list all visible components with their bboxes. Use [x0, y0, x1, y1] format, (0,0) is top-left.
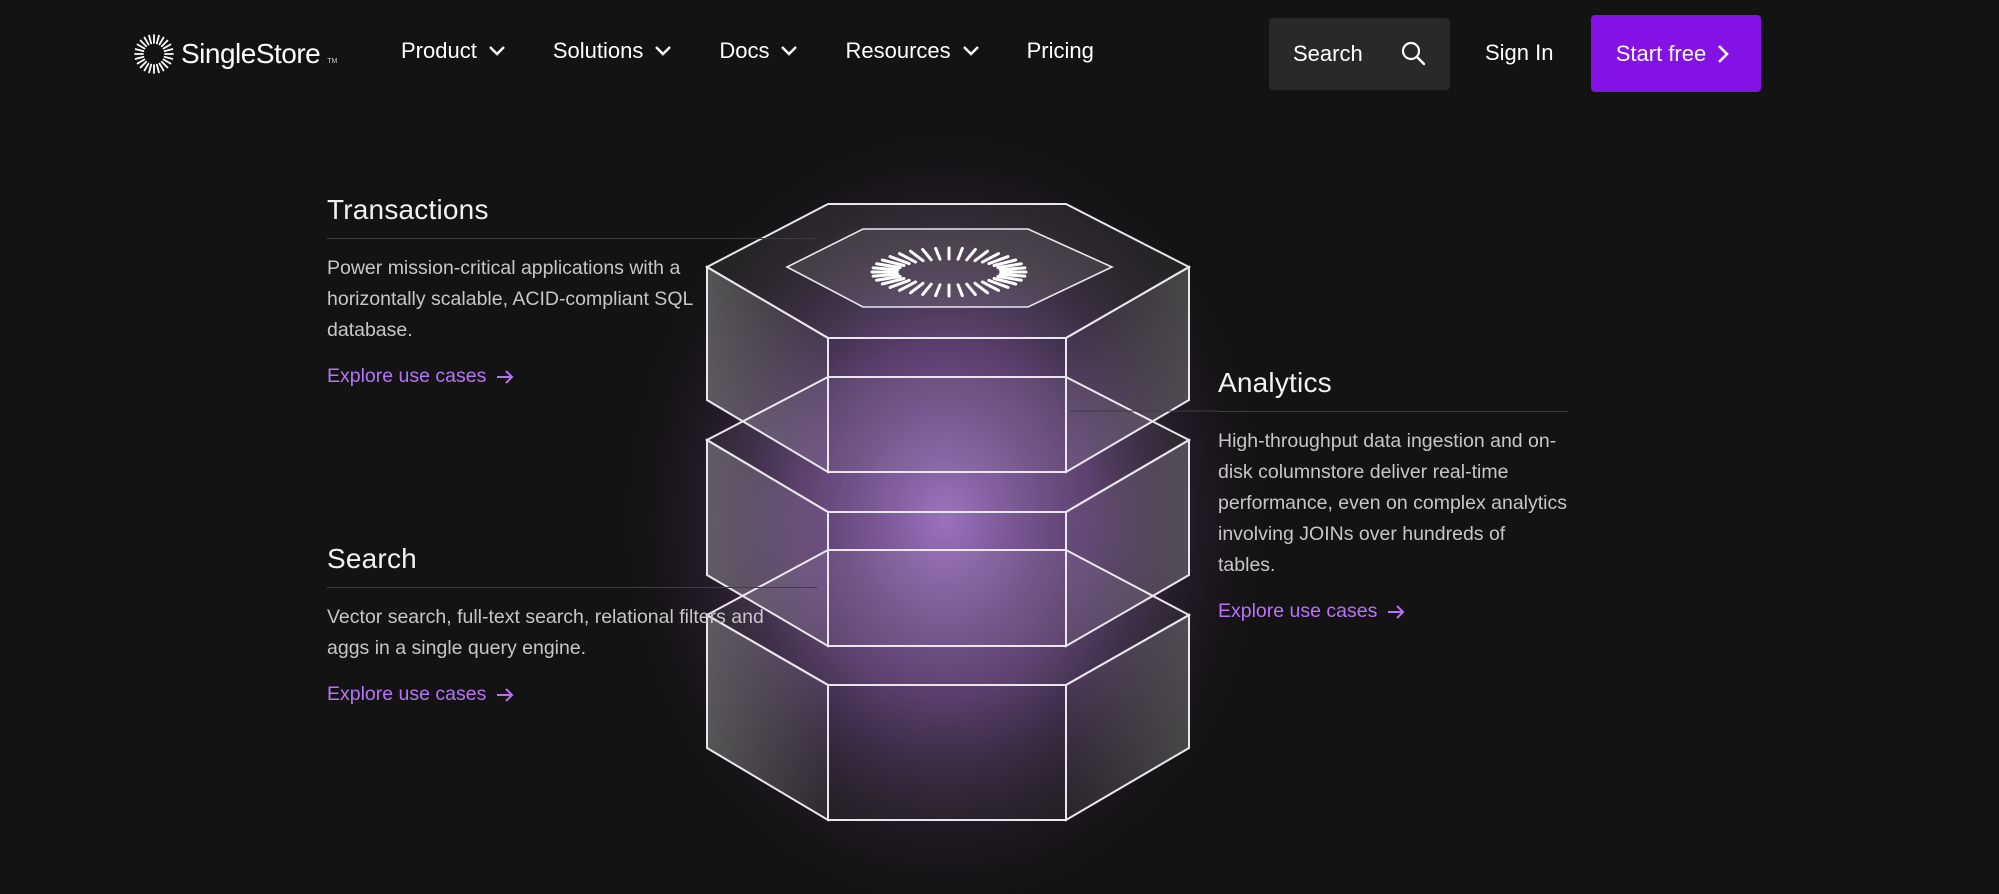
search-label: Search: [1293, 41, 1363, 66]
logo-sunburst-icon: [134, 34, 174, 74]
start-free-button[interactable]: Start free: [1591, 15, 1761, 92]
divider: [327, 238, 817, 239]
arrow-right-icon: [1388, 604, 1405, 619]
menu-item-label: Pricing: [1026, 38, 1094, 63]
main-menu: Product Solutions Docs Resources Pricing: [401, 38, 1094, 64]
chevron-down-icon: [781, 46, 798, 56]
feature-description: Power mission-critical applications with…: [327, 257, 693, 341]
menu-item-product[interactable]: Product: [401, 38, 507, 64]
logo-trademark: TM: [327, 57, 338, 65]
search-icon: [1401, 41, 1426, 66]
menu-item-docs[interactable]: Docs: [719, 38, 799, 64]
menu-item-label: Solutions: [552, 38, 644, 63]
logo-text: SingleStore: [181, 38, 321, 69]
explore-use-cases-link[interactable]: Explore use cases: [327, 365, 514, 388]
menu-item-pricing[interactable]: Pricing: [1027, 38, 1094, 64]
divider: [1218, 411, 1568, 412]
singlestore-logo[interactable]: SingleStore TM: [133, 33, 337, 75]
feature-transactions: Transactions Power mission-critical appl…: [327, 194, 817, 388]
feature-title: Analytics: [1218, 367, 1332, 398]
explore-use-cases-link[interactable]: Explore use cases: [327, 683, 514, 706]
top-navigation: SingleStore TM Product Solutions Docs Re…: [0, 0, 1999, 110]
feature-analytics: Analytics High-throughput data ingestion…: [1218, 367, 1568, 623]
arrow-right-icon: [497, 369, 514, 384]
menu-item-label: Product: [401, 38, 477, 63]
arrow-right-icon: [497, 687, 514, 702]
chevron-down-icon: [488, 46, 505, 56]
start-free-label: Start free: [1615, 40, 1707, 66]
menu-item-solutions[interactable]: Solutions: [553, 38, 674, 64]
feature-title: Search: [327, 543, 417, 574]
menu-item-label: Resources: [845, 38, 951, 63]
link-label: Explore use cases: [327, 365, 487, 387]
menu-item-resources[interactable]: Resources: [845, 38, 980, 64]
chevron-down-icon: [655, 46, 672, 56]
menu-item-label: Docs: [719, 38, 770, 63]
chevron-right-icon: [1718, 44, 1730, 63]
feature-search: Search Vector search, full-text search, …: [327, 543, 817, 706]
feature-description: High-throughput data ingestion and on-di…: [1218, 430, 1568, 576]
feature-description: Vector search, full-text search, relatio…: [327, 606, 764, 659]
link-label: Explore use cases: [1218, 600, 1378, 622]
search-button[interactable]: Search: [1269, 18, 1450, 90]
chevron-down-icon: [962, 46, 979, 56]
sign-in-link[interactable]: Sign In: [1485, 40, 1554, 66]
explore-use-cases-link[interactable]: Explore use cases: [1218, 600, 1405, 623]
feature-title: Transactions: [327, 194, 489, 225]
divider: [327, 587, 817, 588]
prism-top: [704, 203, 1192, 474]
link-label: Explore use cases: [327, 683, 487, 705]
page: SingleStore TM Product Solutions Docs Re…: [0, 0, 1999, 894]
